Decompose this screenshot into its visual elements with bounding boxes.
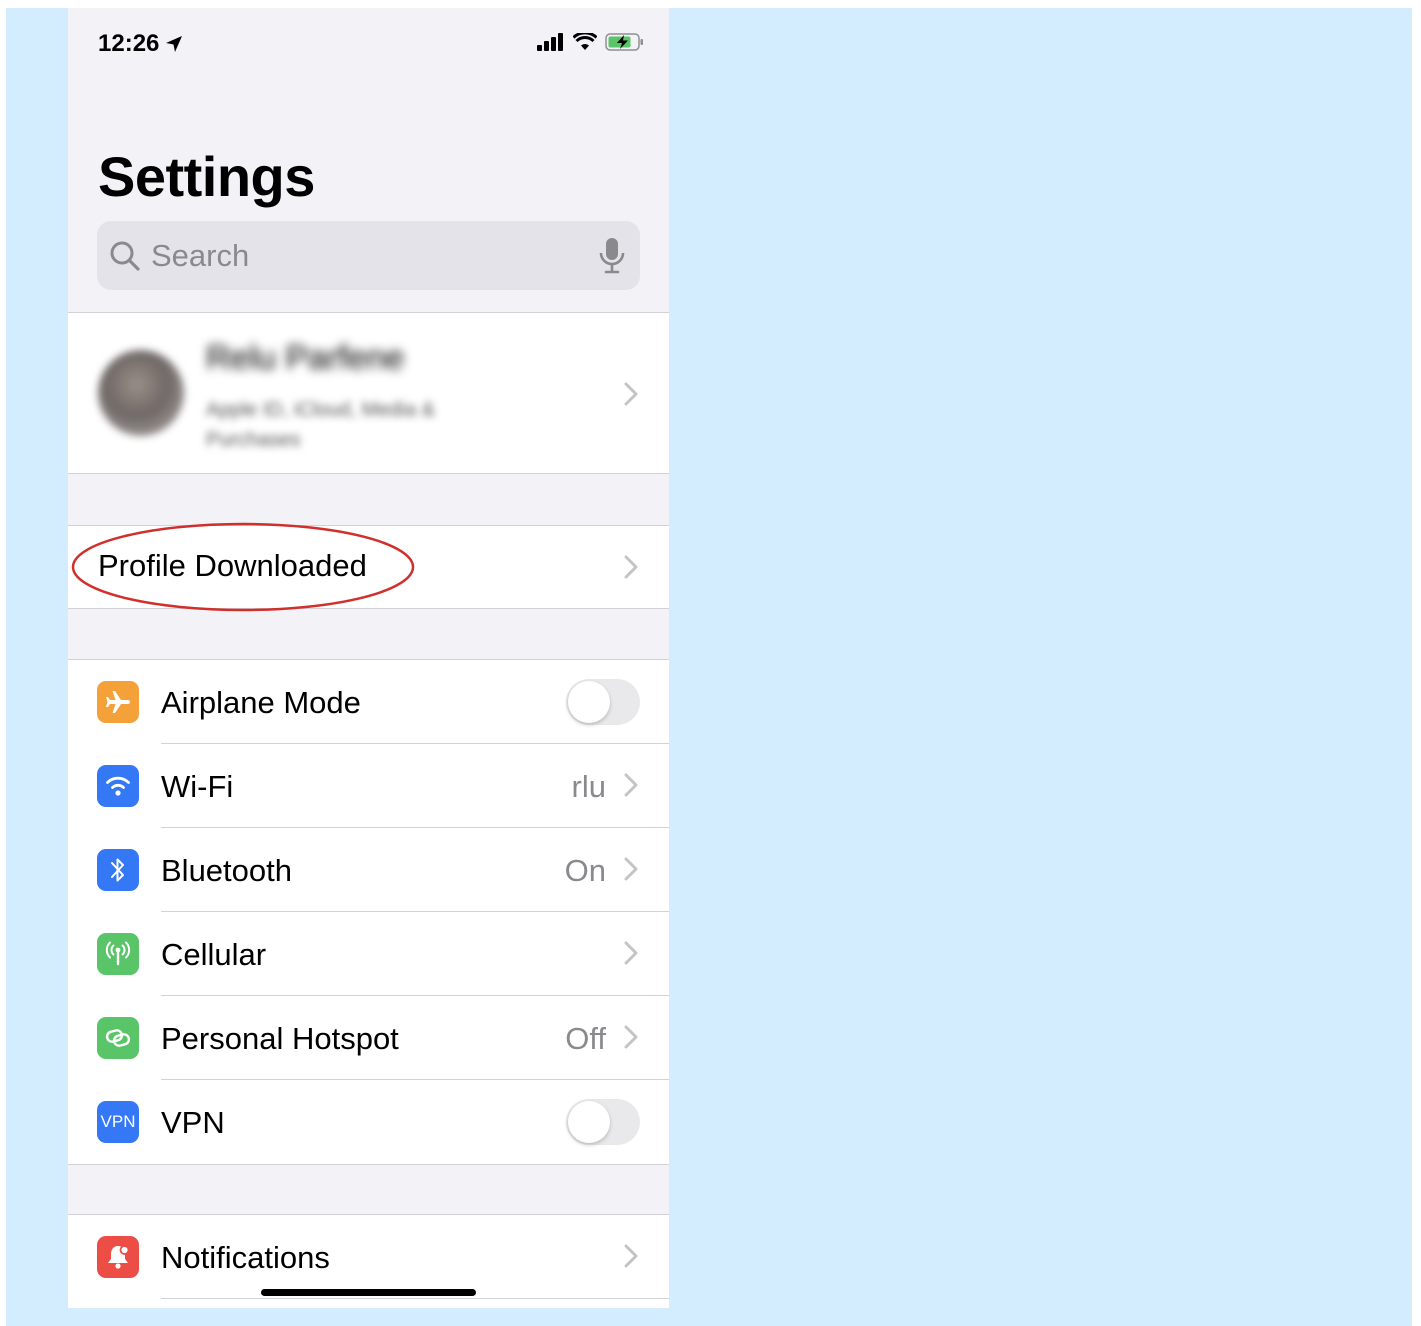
cellular-signal-icon (537, 33, 563, 51)
cellular-row[interactable]: Cellular (68, 912, 669, 996)
microphone-icon[interactable] (598, 237, 626, 275)
chevron-right-icon (624, 555, 638, 579)
home-indicator[interactable] (261, 1289, 476, 1296)
hotspot-icon (97, 1017, 139, 1059)
time-text: 12:26 (98, 30, 160, 57)
battery-charging-icon (605, 33, 643, 51)
wifi-icon (97, 765, 139, 807)
airplane-icon (97, 681, 139, 723)
notifications-bell-icon (97, 1236, 139, 1278)
search-icon (110, 241, 140, 271)
search-bar[interactable]: Search (97, 221, 640, 290)
apple-id-card[interactable]: Relu Parfene Apple ID, iCloud, Media & P… (68, 312, 669, 474)
vpn-icon-text: VPN (100, 1112, 136, 1131)
airplane-mode-row: Airplane Mode (68, 660, 669, 744)
personal-hotspot-value: Off (565, 1021, 606, 1056)
chevron-right-icon (624, 857, 638, 881)
chevron-right-icon (624, 382, 638, 406)
bluetooth-row[interactable]: Bluetooth On (68, 828, 669, 912)
page-title: Settings (98, 145, 315, 208)
annotation-ellipse (71, 522, 415, 612)
search-placeholder: Search (151, 237, 250, 273)
avatar (98, 350, 184, 436)
profile-name: Relu Parfene (206, 339, 405, 377)
vpn-icon: VPN (97, 1101, 139, 1143)
location-arrow-icon (166, 36, 183, 52)
personal-hotspot-row[interactable]: Personal Hotspot Off (68, 996, 669, 1080)
cellular-label: Cellular (161, 937, 267, 972)
chevron-right-icon (624, 1244, 638, 1268)
airplane-mode-toggle[interactable] (566, 679, 640, 725)
settings-screen: 12:26 Settings Search Relu Parfene Apple… (68, 8, 669, 1308)
chevron-right-icon (624, 941, 638, 965)
notifications-row[interactable]: Notifications (68, 1215, 669, 1299)
profile-subtitle: Apple ID, iCloud, Media & Purchases (206, 399, 436, 451)
airplane-mode-label: Airplane Mode (161, 685, 361, 720)
antenna-icon (97, 933, 139, 975)
profile-downloaded-row[interactable]: Profile Downloaded (68, 522, 669, 612)
bluetooth-icon (97, 849, 139, 891)
personal-hotspot-label: Personal Hotspot (161, 1021, 399, 1056)
status-bar-indicators (537, 32, 645, 52)
chevron-right-icon (624, 773, 638, 797)
wifi-status-icon (573, 33, 597, 50)
wifi-network-value: rlu (571, 769, 606, 804)
bluetooth-status-value: On (564, 853, 606, 888)
toggle-knob (568, 681, 610, 723)
vpn-toggle[interactable] (566, 1099, 640, 1145)
toggle-knob (568, 1101, 610, 1143)
vpn-label: VPN (161, 1105, 225, 1140)
bluetooth-label: Bluetooth (161, 853, 292, 888)
chevron-right-icon (624, 1025, 638, 1049)
connectivity-group: Airplane Mode Wi-Fi rlu Bluetooth On Cel… (68, 659, 669, 1165)
wifi-label: Wi-Fi (161, 769, 234, 804)
vpn-row: VPN VPN (68, 1080, 669, 1164)
row-divider (161, 1298, 669, 1299)
status-bar-time: 12:26 (98, 30, 183, 58)
notifications-label: Notifications (161, 1240, 330, 1275)
wifi-row[interactable]: Wi-Fi rlu (68, 744, 669, 828)
